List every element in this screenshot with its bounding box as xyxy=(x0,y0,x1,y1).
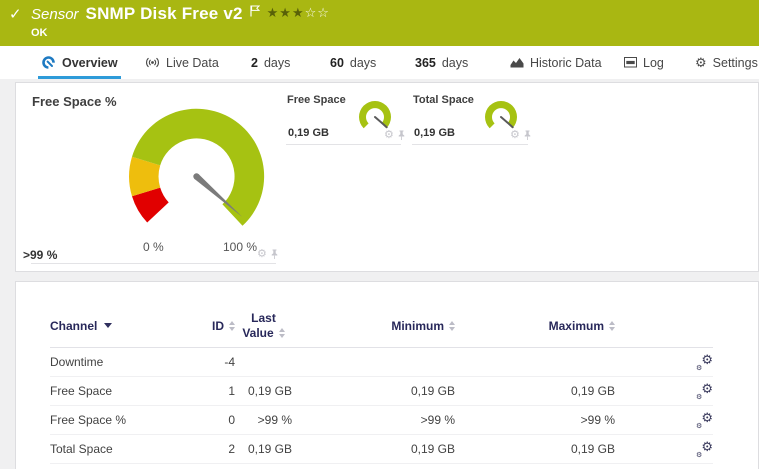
free-space-gauge-actions: ⚙ xyxy=(384,130,406,141)
channel-name[interactable]: Total Space xyxy=(50,442,185,456)
channels-table: Channel ID Last Value Minimum Maximum Do… xyxy=(50,304,713,464)
pin-icon[interactable] xyxy=(397,130,406,141)
free-space-gauge-title: Free Space xyxy=(287,94,346,106)
broadcast-icon xyxy=(145,56,160,69)
table-row-free-space-pct: Free Space % 0 >99 % >99 % >99 % ⚙ ⚙ xyxy=(50,406,713,435)
status-check-icon: ✓ xyxy=(9,6,22,23)
tile-divider xyxy=(412,144,528,145)
gauges-panel: Free Space % 0 % 100 % >99 % ⚙ Free Spac… xyxy=(15,82,759,272)
total-space-gauge-title: Total Space xyxy=(413,94,474,106)
channel-minimum: 0,19 GB xyxy=(410,442,455,456)
channel-maximum: >99 % xyxy=(580,413,615,427)
channel-minimum: 0,19 GB xyxy=(410,384,455,398)
log-list-icon xyxy=(624,57,637,68)
channel-maximum: 0,19 GB xyxy=(570,384,615,398)
gear-icon[interactable]: ⚙ xyxy=(510,130,520,141)
header-minimum[interactable]: Minimum xyxy=(292,319,455,333)
tab-overview[interactable]: Overview xyxy=(38,46,121,79)
tab-number: 2 xyxy=(251,55,258,70)
channel-id: 0 xyxy=(228,413,235,427)
free-space-gauge-value: 0,19 GB xyxy=(288,127,329,139)
pin-icon[interactable] xyxy=(270,249,279,260)
prtg-sensor-overview-page: ✓ Sensor SNMP Disk Free v2 ★★★☆☆ OK Over… xyxy=(0,0,759,469)
sensor-title-row: Sensor SNMP Disk Free v2 ★★★☆☆ xyxy=(31,4,330,24)
tab-365-days[interactable]: 365 days xyxy=(412,46,471,79)
channel-name[interactable]: Free Space xyxy=(50,384,185,398)
sensor-header: ✓ Sensor SNMP Disk Free v2 ★★★☆☆ OK xyxy=(0,0,759,46)
tab-label: Settings xyxy=(712,55,758,70)
channel-last-value: 0,19 GB xyxy=(247,384,292,398)
edit-channel-icon[interactable]: ⚙ ⚙ xyxy=(696,410,713,430)
main-gauge-min-label: 0 % xyxy=(143,240,164,254)
edit-channel-icon[interactable]: ⚙ ⚙ xyxy=(696,381,713,401)
channel-last-value: >99 % xyxy=(257,413,292,427)
tile-divider xyxy=(31,263,276,264)
tab-label: days xyxy=(263,55,291,70)
edit-channel-icon[interactable]: ⚙ ⚙ xyxy=(696,439,713,459)
tab-live-data[interactable]: Live Data xyxy=(142,46,222,79)
table-row-free-space: Free Space 1 0,19 GB 0,19 GB 0,19 GB ⚙ ⚙ xyxy=(50,377,713,406)
sort-arrows-icon xyxy=(278,327,285,338)
header-maximum[interactable]: Maximum xyxy=(455,319,615,333)
channel-id: -4 xyxy=(224,355,235,369)
gear-icon: ⚙ xyxy=(695,54,707,70)
sort-arrows-icon xyxy=(609,320,615,331)
channel-id: 2 xyxy=(228,442,235,456)
main-gauge xyxy=(124,104,269,244)
channel-id: 1 xyxy=(228,384,235,398)
tab-label: Historic Data xyxy=(530,55,602,70)
tab-bar: Overview Live Data 2 days 60 days 365 days xyxy=(0,46,759,79)
table-header-row: Channel ID Last Value Minimum Maximum xyxy=(50,304,713,348)
tab-settings[interactable]: ⚙ Settings xyxy=(692,46,759,79)
channel-name[interactable]: Downtime xyxy=(50,355,185,369)
gear-icon[interactable]: ⚙ xyxy=(384,130,394,141)
pin-icon[interactable] xyxy=(523,130,532,141)
tab-60-days[interactable]: 60 days xyxy=(327,46,379,79)
channels-panel: Channel ID Last Value Minimum Maximum Do… xyxy=(15,281,759,469)
header-channel[interactable]: Channel xyxy=(50,319,185,333)
sensor-title: SNMP Disk Free v2 xyxy=(85,4,243,23)
gear-icon[interactable]: ⚙ xyxy=(257,249,267,260)
tab-label: days xyxy=(441,55,469,70)
sort-caret-down-icon xyxy=(104,323,113,328)
flag-icon[interactable] xyxy=(250,5,260,17)
area-chart-icon xyxy=(510,57,524,68)
tab-label: Live Data xyxy=(166,55,219,70)
edit-channel-icon[interactable]: ⚙ ⚙ xyxy=(696,352,713,372)
tile-divider xyxy=(286,144,401,145)
total-space-gauge-actions: ⚙ xyxy=(510,130,532,141)
main-gauge-value: >99 % xyxy=(23,248,58,262)
gauge-icon xyxy=(41,55,56,70)
header-last-value[interactable]: Last Value xyxy=(235,311,292,340)
total-space-gauge-value: 0,19 GB xyxy=(414,127,455,139)
header-id[interactable]: ID xyxy=(185,319,235,333)
stars-empty: ☆☆ xyxy=(304,5,330,20)
tab-historic-data[interactable]: Historic Data xyxy=(507,46,605,79)
tab-label: Overview xyxy=(62,55,118,70)
tab-2-days[interactable]: 2 days xyxy=(248,46,293,79)
tab-number: 60 xyxy=(330,55,344,70)
main-gauge-max-label: 100 % xyxy=(223,240,258,254)
tab-log[interactable]: Log xyxy=(621,46,667,79)
stars-filled: ★★★ xyxy=(266,5,305,20)
sensor-status-badge: OK xyxy=(31,27,48,39)
main-gauge-title: Free Space % xyxy=(32,94,117,109)
channel-minimum: >99 % xyxy=(420,413,455,427)
priority-stars[interactable]: ★★★☆☆ xyxy=(267,5,330,21)
sensor-kind-label: Sensor xyxy=(31,6,79,23)
tab-label: Log xyxy=(643,55,664,70)
channel-name[interactable]: Free Space % xyxy=(50,413,185,427)
main-gauge-actions: ⚙ xyxy=(257,249,279,260)
tab-label: days xyxy=(349,55,377,70)
table-row-downtime: Downtime -4 ⚙ ⚙ xyxy=(50,348,713,377)
table-row-total-space: Total Space 2 0,19 GB 0,19 GB 0,19 GB ⚙ ⚙ xyxy=(50,435,713,464)
tab-number: 365 xyxy=(415,55,436,70)
channel-maximum: 0,19 GB xyxy=(570,442,615,456)
channel-last-value: 0,19 GB xyxy=(247,442,292,456)
